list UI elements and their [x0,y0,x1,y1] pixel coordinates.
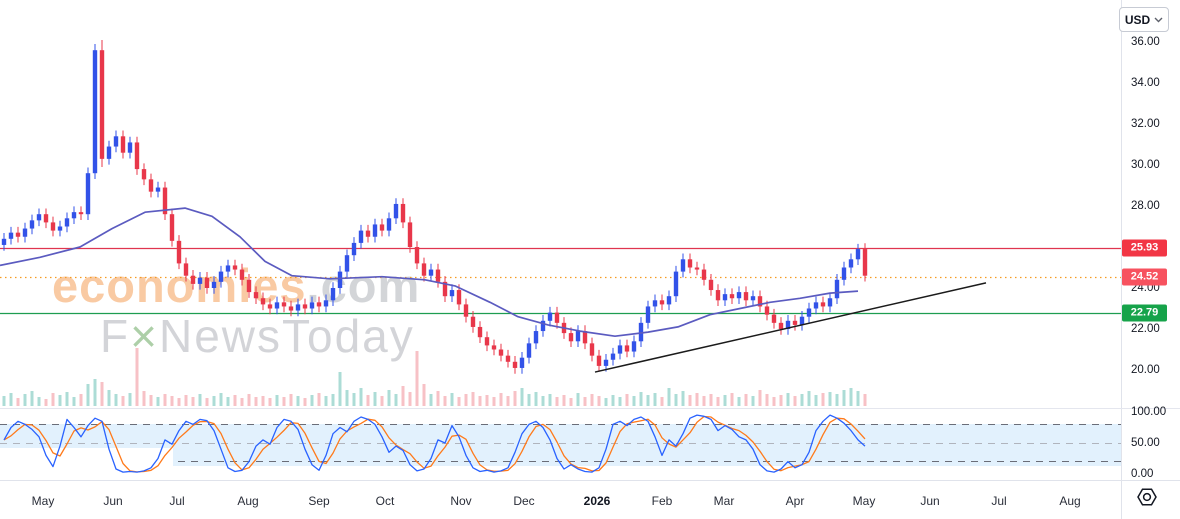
price-tick-label: 32.00 [1131,118,1160,130]
indicator-tick-label: 100.00 [1131,406,1166,418]
time-axis-label: Aug [237,494,258,508]
chevron-down-icon [1154,17,1163,23]
time-axis-label: Dec [513,494,534,508]
price-tick-label: 34.00 [1131,77,1160,89]
time-axis-label: Oct [376,494,395,508]
time-axis-label: Jun [920,494,939,508]
time-axis-label: Nov [450,494,471,508]
stochastic-band [0,424,1121,466]
time-axis-label: Jun [103,494,122,508]
candles-layer [2,40,867,374]
time-axis-label: Feb [652,494,673,508]
time-axis-label: Sep [308,494,329,508]
currency-label: USD [1125,13,1150,27]
time-axis-label: Aug [1059,494,1080,508]
time-axis-label: Mar [714,494,735,508]
chart-window: economies.com F×NewsToday 36.0034.0032.0… [0,0,1180,519]
pane-separator[interactable] [0,408,1180,409]
trendline [595,283,986,372]
exchange-logo-icon[interactable] [1136,487,1158,507]
price-axis-separator [1121,0,1122,519]
time-axis-label: May [32,494,55,508]
price-level-lines [0,249,1121,314]
time-axis-separator [0,480,1180,481]
chart-canvas[interactable] [0,0,1121,519]
price-line-badge: 24.52 [1122,269,1167,286]
time-axis-label: Apr [786,494,805,508]
price-line-badge: 22.79 [1122,305,1167,322]
price-tick-label: 30.00 [1131,159,1160,171]
time-axis-label: May [853,494,876,508]
price-tick-label: 28.00 [1131,200,1160,212]
price-tick-label: 36.00 [1131,36,1160,48]
time-axis-label: Jul [169,494,184,508]
time-axis-label: Jul [991,494,1006,508]
price-tick-label: 22.00 [1131,323,1160,335]
volume-layer [3,348,867,406]
time-axis-label: 2026 [584,494,611,508]
price-tick-label: 20.00 [1131,364,1160,376]
indicator-tick-label: 50.00 [1131,437,1160,449]
indicator-tick-label: 0.00 [1131,468,1153,480]
price-line-badge: 25.93 [1122,240,1167,257]
currency-dropdown[interactable]: USD [1119,7,1169,32]
